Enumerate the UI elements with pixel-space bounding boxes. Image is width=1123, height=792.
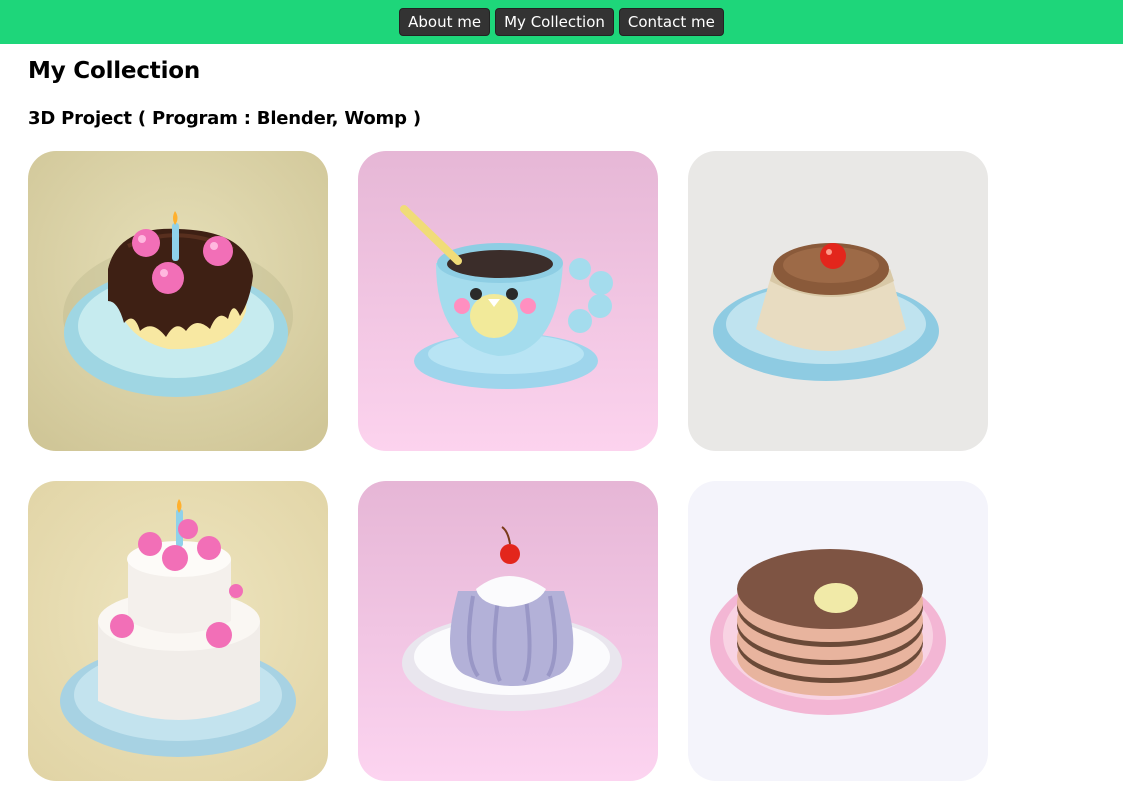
gallery-image-layer-cake[interactable] <box>28 481 328 781</box>
gallery-image-pudding[interactable] <box>688 151 988 451</box>
gallery-image-pancakes[interactable] <box>688 481 988 781</box>
page-title: My Collection <box>28 58 201 84</box>
gallery-image-chocolate-cake[interactable] <box>28 151 328 451</box>
gallery-image-jelly[interactable] <box>358 481 658 781</box>
top-nav-bar: About me My Collection Contact me <box>0 0 1123 44</box>
nav-about-button[interactable]: About me <box>399 8 491 36</box>
nav-collection-button[interactable]: My Collection <box>495 8 614 36</box>
section-subtitle: 3D Project ( Program : Blender, Womp ) <box>28 108 421 129</box>
nav-contact-button[interactable]: Contact me <box>618 8 724 36</box>
gallery-image-bird-cup[interactable] <box>358 151 658 451</box>
